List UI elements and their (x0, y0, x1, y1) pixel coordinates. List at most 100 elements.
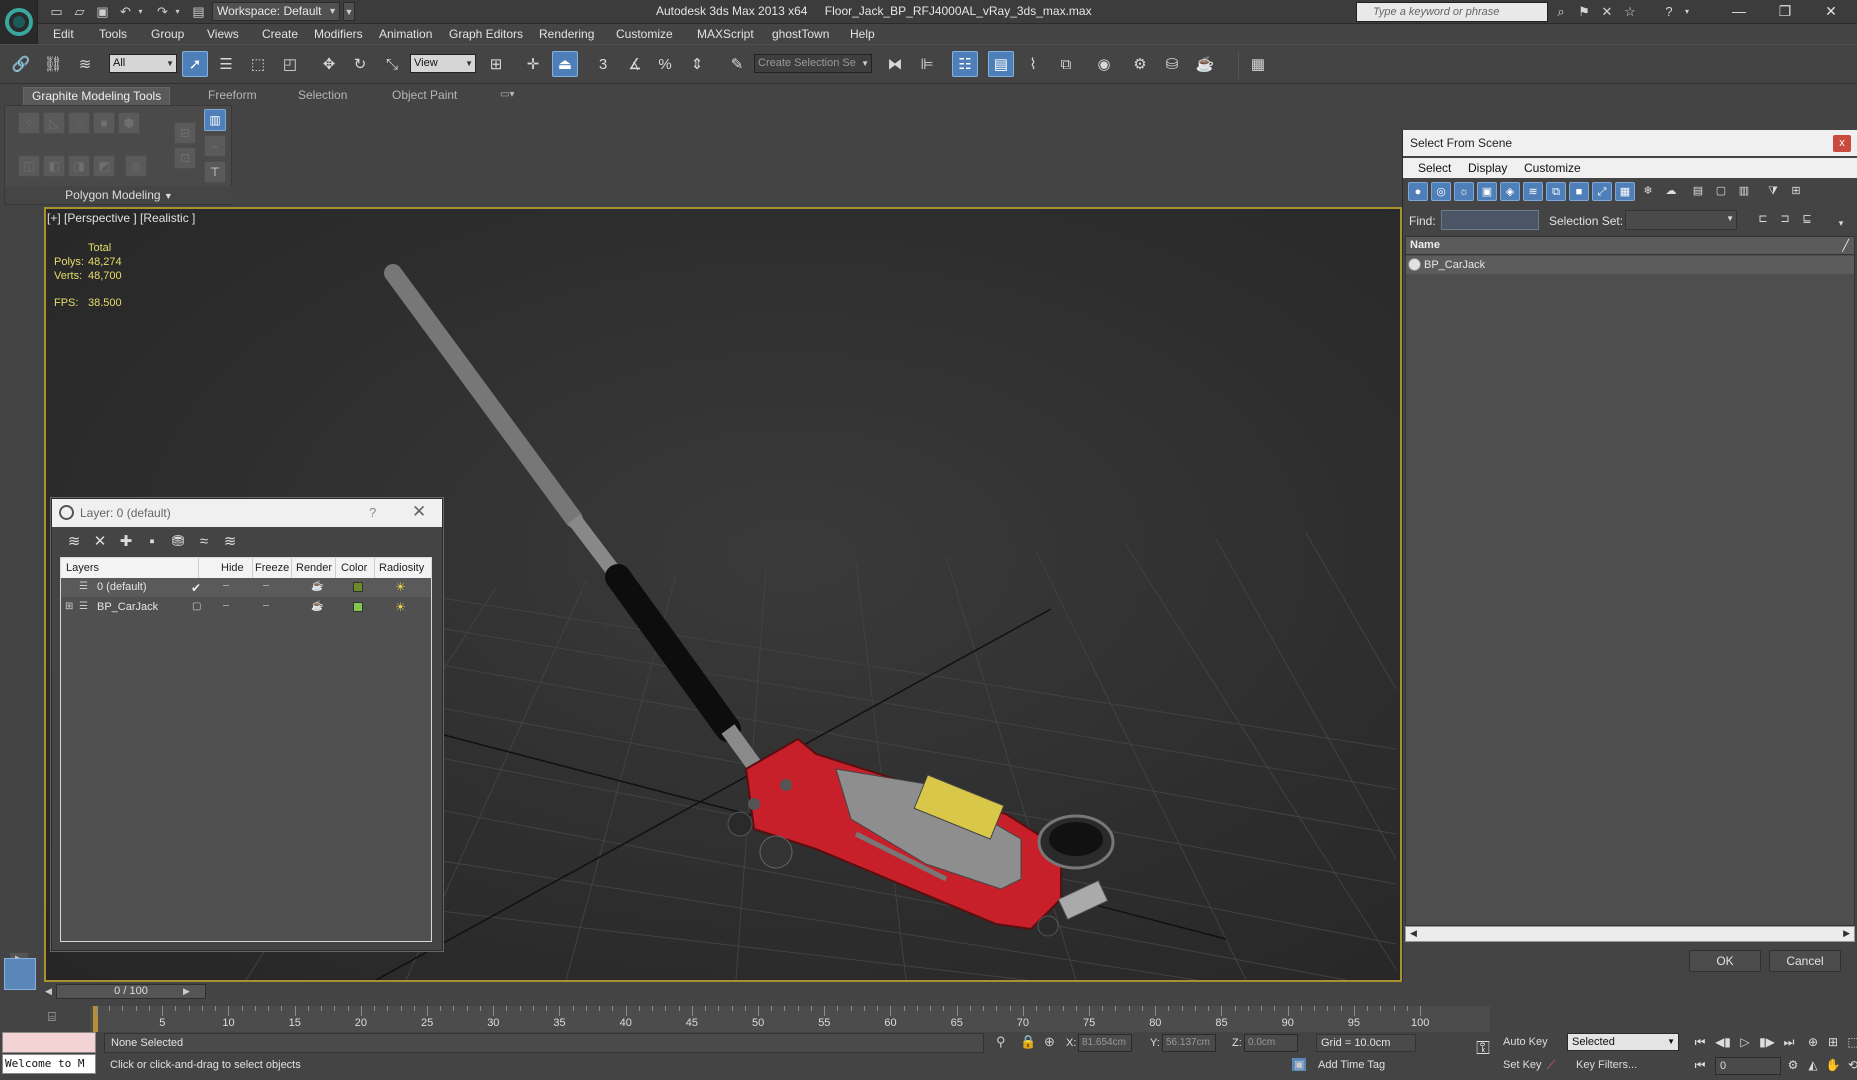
time-configuration-icon[interactable]: ⚙ (1785, 1058, 1801, 1072)
create-new-layer-icon[interactable]: ≋ (63, 531, 85, 553)
menu-ghosttown[interactable]: ghostTown (772, 27, 829, 41)
render-teapot-icon[interactable]: ☕ (311, 601, 323, 612)
layer-manager-icon[interactable]: ☷ (952, 51, 978, 77)
key-filter-curve-icon[interactable]: ⟋ (1543, 1058, 1559, 1073)
spinner-snap-icon[interactable]: ⇕ (684, 51, 710, 77)
menu-tools[interactable]: Tools (99, 27, 127, 41)
new-file-icon[interactable]: ▭ (48, 3, 65, 20)
expand-layer-icon[interactable]: ⊞ (65, 601, 73, 612)
add-time-tag-label[interactable]: Add Time Tag (1318, 1059, 1385, 1071)
use-nurms-icon[interactable]: ▥ (204, 109, 226, 131)
mirror-icon[interactable]: ⧓ (882, 51, 908, 77)
list-header[interactable]: Name ╱ (1406, 237, 1854, 255)
save-file-icon[interactable]: ▣ (94, 3, 111, 20)
scroll-left-icon[interactable]: ◀ (1410, 928, 1417, 939)
freeze-toggle-icon[interactable]: ┄ (263, 581, 269, 592)
named-selection-dropdown[interactable]: 3Create Selection Se▼ (754, 54, 872, 73)
select-all-in-set-icon[interactable]: ⊏ (1753, 210, 1773, 229)
zoom-icon[interactable]: ⊕ (1805, 1035, 1821, 1049)
align-icon[interactable]: ⊫ (914, 51, 940, 77)
restore-button[interactable]: ❐ (1762, 0, 1808, 24)
previous-frame-icon[interactable]: ◀ (42, 984, 55, 999)
layer-color-swatch[interactable] (353, 582, 363, 592)
hide-toggle-icon[interactable]: ┄ (223, 601, 229, 612)
menu-rendering[interactable]: Rendering (539, 27, 594, 41)
absolute-relative-transform-icon[interactable]: ⊕ (1044, 1034, 1055, 1050)
isolate-selection-icon[interactable]: ⚲ (996, 1034, 1006, 1050)
render-setup-icon[interactable]: ⚙ (1127, 51, 1153, 77)
select-by-name-icon[interactable]: ☰ (213, 51, 239, 77)
close-button[interactable]: ✕ (1808, 0, 1854, 24)
y-coordinate-field[interactable]: 56.137cm (1162, 1034, 1216, 1052)
display-invert-icon[interactable]: ▥ (1734, 182, 1754, 201)
menu-group[interactable]: Group (151, 27, 184, 41)
key-mode-toggle-icon[interactable]: ⏮ (1692, 1058, 1708, 1073)
border-icon[interactable]: ◌ (68, 112, 90, 134)
infocenter-search-input[interactable]: Type a keyword or phrase (1356, 2, 1548, 22)
next-frame-icon[interactable]: ▮▶ (1759, 1035, 1775, 1049)
pin-stack-icon[interactable]: ⊤ (204, 161, 226, 183)
sfs-menu-display[interactable]: Display (1468, 161, 1507, 175)
find-input[interactable] (1441, 210, 1539, 230)
orbit-icon[interactable]: ⟲ (1845, 1058, 1857, 1072)
menu-modifiers[interactable]: Modifiers (314, 27, 363, 41)
select-children-icon[interactable]: ⊐ (1775, 210, 1795, 229)
subscription-icon[interactable]: ⚑ (1575, 3, 1593, 21)
hide-unhide-all-icon[interactable]: ≈ (193, 531, 215, 553)
minimize-button[interactable]: — (1716, 0, 1762, 24)
display-bones-icon[interactable]: ⤢ (1592, 182, 1612, 201)
viewport-label[interactable]: [+] [Perspective ] [Realistic ] (47, 211, 195, 225)
edit-named-selection-icon[interactable]: ✎ (724, 51, 750, 77)
select-and-link-icon[interactable]: 🔗 (8, 51, 34, 77)
render-production-icon[interactable]: ☕ (1192, 51, 1218, 77)
column-freeze[interactable]: Freeze (255, 562, 289, 574)
select-and-manipulate-icon[interactable]: ✛ (520, 51, 546, 77)
menu-create[interactable]: Create (262, 27, 298, 41)
auto-key-button[interactable]: Auto Key (1503, 1036, 1548, 1048)
menu-graph-editors[interactable]: Graph Editors (449, 27, 523, 41)
modify-mode-icon[interactable]: ◫ (18, 155, 40, 177)
time-tag-icon[interactable]: ▣ (1292, 1058, 1307, 1071)
play-icon[interactable]: ▷ (1737, 1035, 1753, 1049)
ribbon-panel-label[interactable]: Polygon Modeling ▼ (5, 186, 233, 204)
app-menu-button[interactable] (0, 0, 38, 44)
menu-maxscript[interactable]: MAXScript (697, 27, 754, 41)
redo-dropdown-icon[interactable]: ▾ (169, 3, 186, 20)
curve-editor-icon[interactable]: ⌇ (1020, 51, 1046, 77)
track-bar[interactable]: 5 10 15 20 25 30 35 40 45 50 55 60 65 70 75 80 85 90 95 100 (90, 1006, 1490, 1032)
set-key-button[interactable]: Set Key (1503, 1059, 1542, 1071)
toggle-command-panel-icon[interactable]: ⎯ (204, 135, 226, 157)
select-and-scale-icon[interactable]: ⤡ (379, 51, 405, 77)
z-coordinate-field[interactable]: 0.0cm (1244, 1034, 1298, 1052)
display-frozen-icon[interactable]: ❄ (1638, 182, 1658, 201)
ribbon-options-icon[interactable]: ▭▾ (492, 87, 522, 105)
column-color[interactable]: Color (341, 562, 367, 574)
current-frame-field[interactable]: 0 (1715, 1057, 1781, 1075)
selection-set-dropdown[interactable]: ▼ (1625, 210, 1737, 230)
selection-lock-icon[interactable]: 🔒 (1020, 1034, 1036, 1050)
next-modifier-icon[interactable]: ◨ (68, 155, 90, 177)
sfs-menu-select[interactable]: Select (1418, 161, 1451, 175)
column-layers[interactable]: Layers (66, 562, 99, 574)
menu-customize[interactable]: Customize (616, 27, 673, 41)
radiosity-light-icon[interactable]: ☀ (395, 580, 406, 594)
select-highlighted-layers-icon[interactable]: ⛃ (167, 531, 189, 553)
column-hide[interactable]: Hide (221, 562, 244, 574)
vertex-icon[interactable]: ⁘ (18, 112, 40, 134)
hide-toggle-icon[interactable]: ┄ (223, 581, 229, 592)
tab-freeform[interactable]: Freeform (200, 87, 265, 105)
filter-options-icon[interactable]: ⊞ (1786, 182, 1806, 201)
set-key-mode-key-icon[interactable]: ⚿ (1475, 1038, 1491, 1059)
rendered-frame-window-icon[interactable]: ⛁ (1159, 51, 1185, 77)
pivot-center-icon[interactable]: ⊞ (483, 51, 509, 77)
display-cameras-icon[interactable]: ▣ (1477, 182, 1497, 201)
column-sort-icon[interactable]: ╱ (1842, 239, 1849, 252)
rectangular-selection-icon[interactable]: ⬚ (245, 51, 271, 77)
freeze-toggle-icon[interactable]: ┄ (263, 601, 269, 612)
favorites-star-icon[interactable]: ☆ (1621, 3, 1639, 21)
edge-icon[interactable]: ◺ (43, 112, 65, 134)
layer-row[interactable]: ⊞ ☰ BP_CarJack ▢ ┄ ┄ ☕ ☀ (61, 598, 431, 617)
element-icon[interactable]: ⬢ (118, 112, 140, 134)
set-current-layer-icon[interactable]: ▢ (192, 601, 201, 612)
preserve-uvs-icon[interactable]: ⊟ (174, 122, 196, 144)
